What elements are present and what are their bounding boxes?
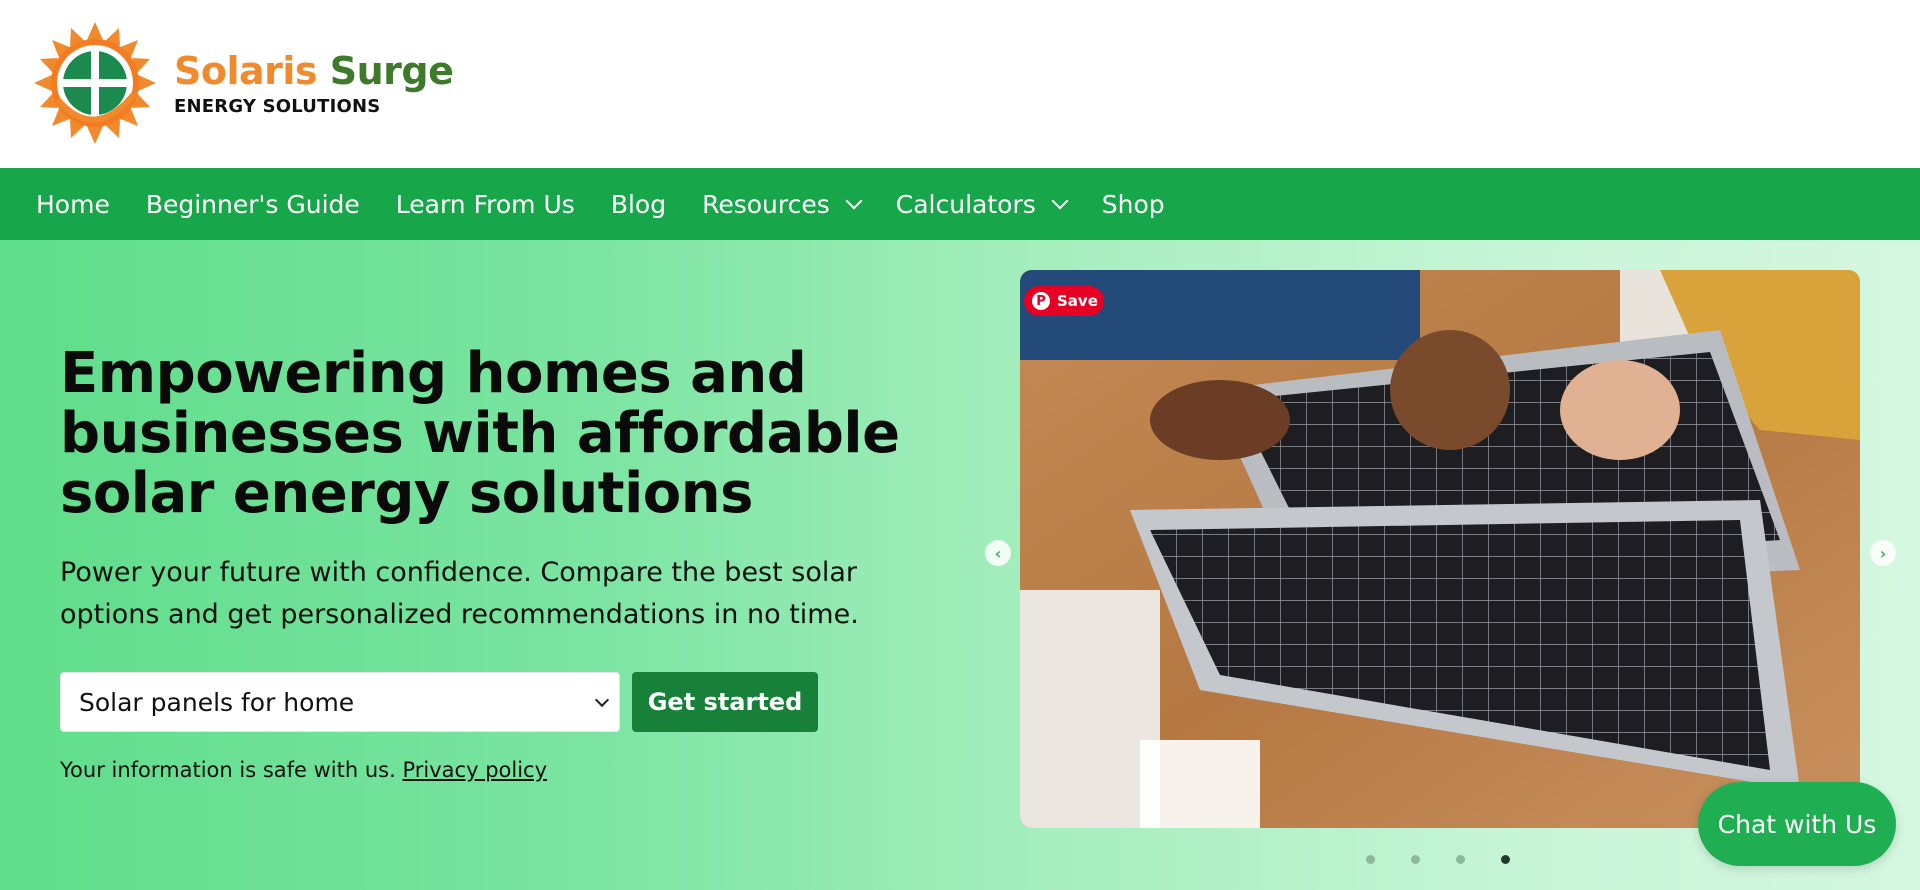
- pinterest-icon: P: [1032, 292, 1050, 310]
- solution-select[interactable]: Solar panels for home: [60, 672, 620, 732]
- hero-carousel-image: [1020, 270, 1860, 828]
- nav-item-resources[interactable]: Resources: [702, 189, 863, 219]
- main-nav: Home Beginner's Guide Learn From Us Blog…: [0, 168, 1920, 240]
- chevron-down-icon: [1051, 192, 1069, 210]
- solution-select-value: Solar panels for home: [79, 687, 355, 717]
- brand-name-part2: Surge: [329, 49, 454, 93]
- site-header: Solaris Surge ENERGY SOLUTIONS: [0, 0, 1920, 168]
- sun-cross-icon: [34, 22, 156, 144]
- brand-tagline: ENERGY SOLUTIONS: [174, 96, 381, 117]
- carousel-dot[interactable]: [1456, 855, 1465, 864]
- privacy-note: Your information is safe with us. Privac…: [60, 758, 547, 782]
- chat-with-us-button[interactable]: Chat with Us: [1698, 782, 1896, 866]
- hero-subtext: Power your future with confidence. Compa…: [60, 557, 859, 630]
- nav-item-label: Shop: [1101, 189, 1165, 219]
- nav-item-label: Blog: [610, 189, 667, 219]
- nav-item-label: Calculators: [895, 189, 1036, 219]
- nav-item-learn-from-us[interactable]: Learn From Us: [396, 190, 575, 219]
- carousel-dot[interactable]: [1366, 855, 1375, 864]
- carousel-dot-active[interactable]: [1501, 855, 1510, 864]
- brand-text: Solaris Surge ENERGY SOLUTIONS: [174, 48, 474, 117]
- nav-item-label: Home: [36, 189, 110, 219]
- solar-panel-photo: [1020, 270, 1860, 828]
- nav-item-calculators[interactable]: Calculators: [895, 189, 1069, 219]
- nav-item-home[interactable]: Home: [36, 190, 110, 219]
- carousel-dot[interactable]: [1411, 855, 1420, 864]
- chevron-down-icon: [594, 692, 610, 708]
- nav-item-label: Learn From Us: [395, 189, 575, 219]
- carousel-prev-arrow-icon[interactable]: ‹: [985, 540, 1011, 566]
- carousel-dots: [1366, 855, 1546, 864]
- nav-item-label: Beginner's Guide: [145, 189, 360, 219]
- brand-name: Solaris Surge: [174, 48, 474, 94]
- hero-headline: Empowering homes and businesses with aff…: [60, 341, 900, 526]
- chevron-down-icon: [845, 192, 863, 210]
- privacy-policy-link[interactable]: Privacy policy: [402, 758, 547, 782]
- pinterest-save-button[interactable]: P Save: [1024, 286, 1104, 316]
- brand-name-part1: Solaris: [174, 49, 318, 93]
- save-label: Save: [1057, 292, 1098, 310]
- get-started-button[interactable]: Get started: [632, 672, 818, 732]
- nav-item-shop[interactable]: Shop: [1102, 190, 1165, 219]
- privacy-text: Your information is safe with us.: [60, 758, 396, 782]
- nav-item-blog[interactable]: Blog: [611, 190, 666, 219]
- nav-item-beginners-guide[interactable]: Beginner's Guide: [146, 190, 360, 219]
- logo[interactable]: [34, 22, 156, 144]
- carousel-next-arrow-icon[interactable]: ›: [1870, 540, 1896, 566]
- nav-item-label: Resources: [702, 189, 830, 219]
